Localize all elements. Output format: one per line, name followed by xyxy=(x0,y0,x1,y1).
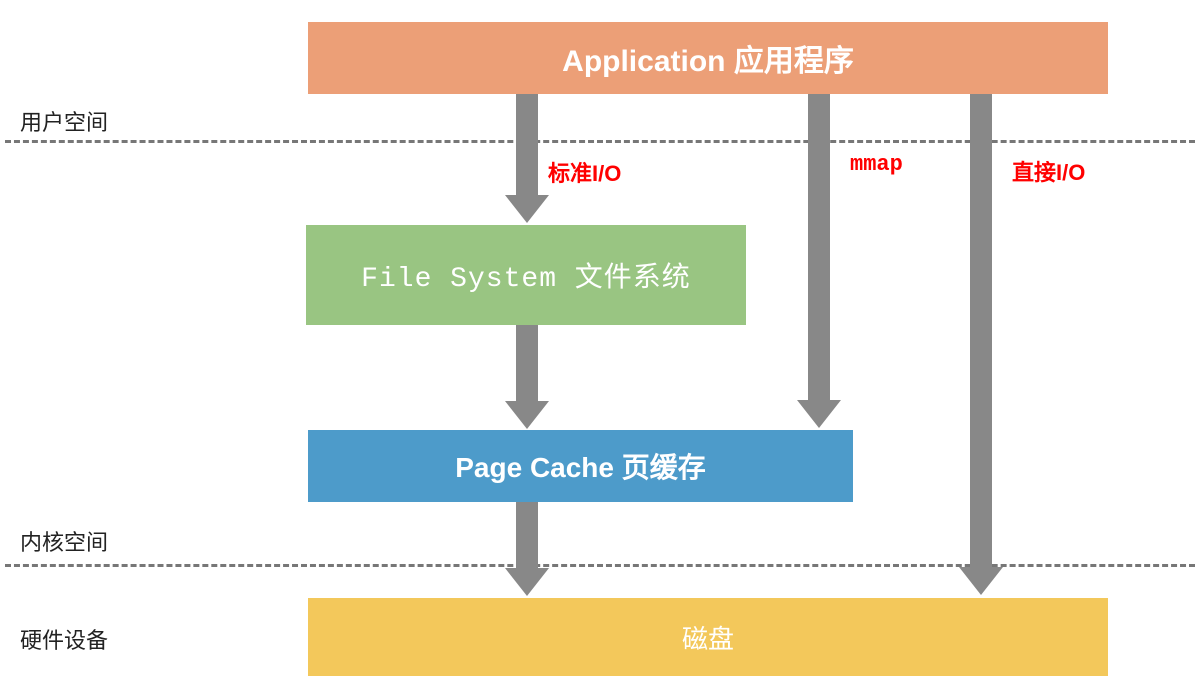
box-page-cache: Page Cache 页缓存 xyxy=(308,430,853,502)
divider-user-kernel xyxy=(5,140,1195,143)
box-file-system: File System 文件系统 xyxy=(306,225,746,325)
divider-kernel-hardware xyxy=(5,564,1195,567)
box-disk-label: 磁盘 xyxy=(682,619,734,656)
box-application-label: Application 应用程序 xyxy=(562,36,854,80)
arrow-shaft-icon xyxy=(516,502,538,570)
arrow-label-direct-io: 直接I/O xyxy=(1012,155,1085,187)
section-label-hardware: 硬件设备 xyxy=(20,623,108,655)
section-label-user-space: 用户空间 xyxy=(20,105,108,137)
arrow-head-icon xyxy=(505,568,549,596)
arrow-head-icon xyxy=(959,567,1003,595)
arrow-head-icon xyxy=(797,400,841,428)
box-page-cache-label: Page Cache 页缓存 xyxy=(455,446,706,486)
box-application: Application 应用程序 xyxy=(308,22,1108,94)
arrow-head-icon xyxy=(505,401,549,429)
arrow-shaft-icon xyxy=(516,94,538,197)
box-disk: 磁盘 xyxy=(308,598,1108,676)
arrow-shaft-icon xyxy=(516,325,538,403)
section-label-kernel-space: 内核空间 xyxy=(20,525,108,557)
box-file-system-label: File System 文件系统 xyxy=(361,255,691,295)
arrow-shaft-icon xyxy=(970,94,992,569)
arrow-label-mmap: mmap xyxy=(850,152,903,177)
arrow-shaft-icon xyxy=(808,94,830,402)
arrow-label-standard-io: 标准I/O xyxy=(548,156,621,188)
arrow-head-icon xyxy=(505,195,549,223)
